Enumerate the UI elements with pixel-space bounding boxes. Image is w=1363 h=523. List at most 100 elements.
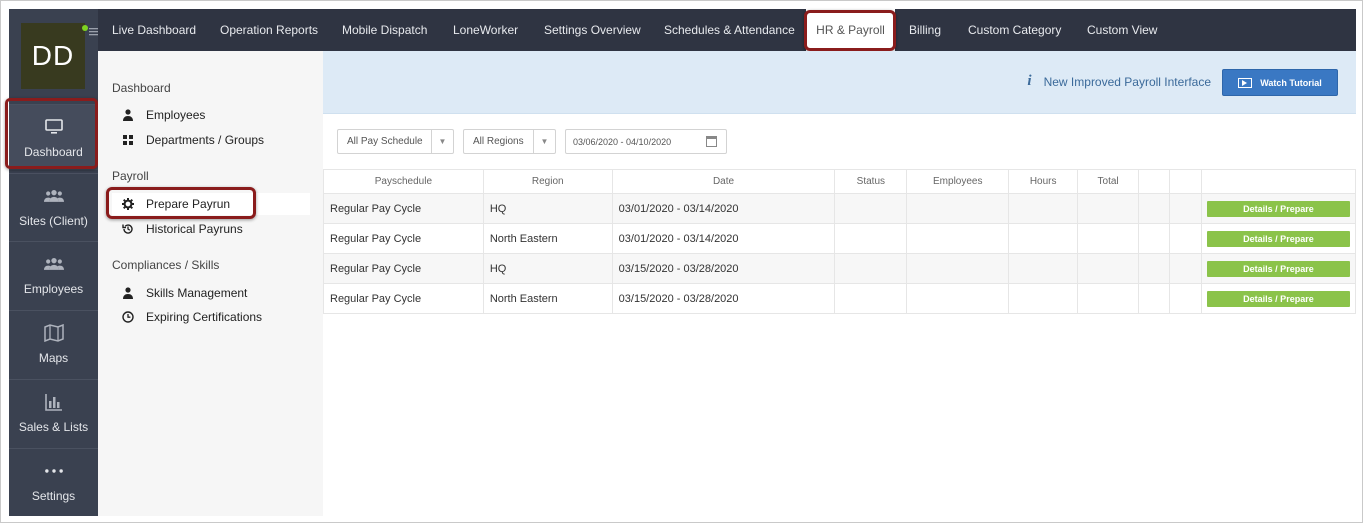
calendar-icon[interactable] xyxy=(706,136,717,147)
rail-item-sales-lists[interactable]: Sales & Lists xyxy=(9,379,98,445)
rail-item-label: Sites (Client) xyxy=(19,213,88,228)
chevron-down-icon: ▼ xyxy=(533,130,555,153)
details-prepare-button[interactable]: Details / Prepare xyxy=(1206,200,1350,217)
pay-schedule-select[interactable]: All Pay Schedule ▼ xyxy=(337,129,454,154)
rail-item-label: Settings xyxy=(31,488,76,503)
column-header-region[interactable]: Region xyxy=(482,169,613,194)
watch-tutorial-button[interactable]: Watch Tutorial xyxy=(1222,69,1338,96)
cell-total xyxy=(1077,283,1140,314)
details-prepare-button[interactable]: Details / Prepare xyxy=(1206,260,1350,277)
rail-item-label: Dashboard xyxy=(24,144,83,159)
tab-operation-reports[interactable]: Operation Reports xyxy=(220,9,318,51)
cell-hours xyxy=(1008,253,1079,284)
cell-blank xyxy=(1169,193,1202,224)
cell-hours xyxy=(1008,223,1079,254)
cell-employees xyxy=(906,193,1010,224)
cell-employees xyxy=(906,253,1010,284)
cell-blank xyxy=(1169,283,1202,314)
sidebar-item-label: Historical Payruns xyxy=(146,222,243,236)
cell-status xyxy=(834,223,908,254)
cell-blank xyxy=(1169,223,1202,254)
rail-item-settings[interactable]: Settings xyxy=(9,448,98,514)
info-banner: i New Improved Payroll Interface Watch T… xyxy=(323,51,1356,114)
sub-sidebar: Dashboard Employees Departments / Groups… xyxy=(98,51,323,516)
chevron-down-icon: ▼ xyxy=(431,130,453,153)
info-icon: i xyxy=(1027,73,1032,89)
bar-chart-icon xyxy=(44,392,64,412)
rail-item-maps[interactable]: Maps xyxy=(9,310,98,376)
sidebar-item-historical-payruns[interactable]: Historical Payruns xyxy=(112,218,310,240)
details-prepare-button[interactable]: Details / Prepare xyxy=(1206,290,1350,307)
history-icon xyxy=(121,222,135,236)
tab-billing[interactable]: Billing xyxy=(909,9,941,51)
tab-custom-view[interactable]: Custom View xyxy=(1087,9,1157,51)
column-header-payschedule[interactable]: Payschedule xyxy=(323,169,484,194)
app-window: DD Dashboard Sites (Client) Employees Ma… xyxy=(0,0,1363,523)
cell-status xyxy=(834,283,908,314)
cell-region: North Eastern xyxy=(482,223,613,254)
cell-hours xyxy=(1008,283,1079,314)
people-icon xyxy=(43,186,64,206)
cell-payschedule: Regular Pay Cycle xyxy=(323,253,484,284)
sidebar-item-expiring-certifications[interactable]: Expiring Certifications xyxy=(112,306,310,328)
tab-live-dashboard[interactable]: Live Dashboard xyxy=(112,9,196,51)
cell-blank xyxy=(1138,253,1170,284)
sidebar-item-departments[interactable]: Departments / Groups xyxy=(112,129,310,151)
tab-custom-category[interactable]: Custom Category xyxy=(968,9,1061,51)
column-header-blank xyxy=(1200,169,1357,194)
sidebar-item-prepare-payrun[interactable]: Prepare Payrun xyxy=(112,193,310,215)
column-header-status[interactable]: Status xyxy=(834,169,908,194)
tab-hr-payroll[interactable]: HR & Payroll xyxy=(806,9,895,51)
cell-blank xyxy=(1169,253,1202,284)
cell-region: HQ xyxy=(482,253,613,284)
rail-item-employees[interactable]: Employees xyxy=(9,241,98,307)
cell-date: 03/01/2020 - 03/14/2020 xyxy=(611,193,836,224)
sidebar-item-skills-management[interactable]: Skills Management xyxy=(112,282,310,304)
avatar[interactable]: DD xyxy=(21,23,85,89)
sidebar-item-label: Expiring Certifications xyxy=(146,310,263,324)
banner-message: i New Improved Payroll Interface xyxy=(1027,73,1211,90)
cell-total xyxy=(1077,223,1140,254)
rail-item-label: Employees xyxy=(23,281,84,296)
sidebar-item-employees[interactable]: Employees xyxy=(112,104,310,126)
tab-settings-overview[interactable]: Settings Overview xyxy=(544,9,641,51)
payrun-table: Payschedule Region Date Status Employees… xyxy=(323,169,1357,314)
online-status-dot xyxy=(82,25,88,31)
watch-tutorial-label: Watch Tutorial xyxy=(1260,77,1322,88)
cell-action: Details / Prepare xyxy=(1200,283,1357,314)
banner-text: New Improved Payroll Interface xyxy=(1043,74,1211,89)
cell-hours xyxy=(1008,193,1079,224)
sidebar-item-label: Prepare Payrun xyxy=(146,197,231,211)
details-prepare-button[interactable]: Details / Prepare xyxy=(1206,230,1350,247)
table-header-row: Payschedule Region Date Status Employees… xyxy=(323,169,1357,194)
tab-mobile-dispatch[interactable]: Mobile Dispatch xyxy=(342,9,427,51)
column-header-hours[interactable]: Hours xyxy=(1008,169,1079,194)
cell-payschedule: Regular Pay Cycle xyxy=(323,193,484,224)
sidebar-item-label: Departments / Groups xyxy=(146,133,265,147)
column-header-total[interactable]: Total xyxy=(1077,169,1140,194)
gear-icon xyxy=(121,197,135,211)
section-heading-payroll: Payroll xyxy=(112,169,149,183)
cell-employees xyxy=(906,283,1010,314)
cell-payschedule: Regular Pay Cycle xyxy=(323,283,484,314)
tab-loneworker[interactable]: LoneWorker xyxy=(453,9,518,51)
column-header-employees[interactable]: Employees xyxy=(906,169,1010,194)
rail-item-dashboard[interactable]: Dashboard xyxy=(9,104,98,170)
column-header-blank xyxy=(1169,169,1202,194)
rail-item-sites[interactable]: Sites (Client) xyxy=(9,173,98,239)
people-icon xyxy=(43,254,64,274)
column-header-blank xyxy=(1138,169,1170,194)
cell-blank xyxy=(1138,193,1170,224)
cell-total xyxy=(1077,193,1140,224)
section-heading-dashboard: Dashboard xyxy=(112,81,171,95)
date-range-input[interactable]: 03/06/2020 - 04/10/2020 xyxy=(565,129,727,154)
hamburger-icon[interactable] xyxy=(89,27,98,36)
tab-schedules-attendance[interactable]: Schedules & Attendance xyxy=(664,9,795,51)
cell-date: 03/15/2020 - 03/28/2020 xyxy=(611,283,836,314)
cell-payschedule: Regular Pay Cycle xyxy=(323,223,484,254)
regions-select[interactable]: All Regions ▼ xyxy=(463,129,556,154)
column-header-date[interactable]: Date xyxy=(611,169,836,194)
monitor-icon xyxy=(44,117,64,137)
cell-status xyxy=(834,193,908,224)
rail-item-label: Maps xyxy=(38,350,69,365)
